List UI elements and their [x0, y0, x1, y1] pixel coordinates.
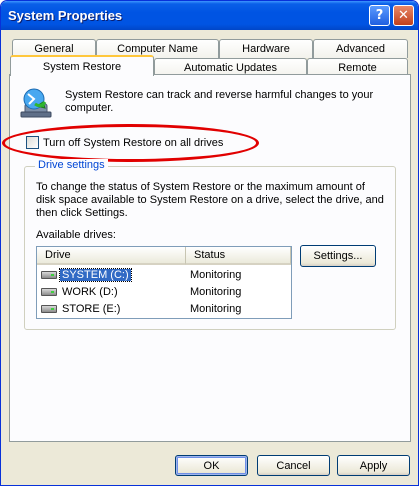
column-header-drive[interactable]: Drive [37, 247, 186, 265]
apply-button[interactable]: Apply [337, 455, 410, 476]
available-drives-list[interactable]: Drive Status SYSTEM (C:) Monitoring WORK… [36, 246, 292, 319]
system-properties-window: System Properties ? ✕ General Computer N… [0, 0, 419, 486]
table-row[interactable]: SYSTEM (C:) Monitoring [41, 266, 289, 283]
turn-off-system-restore-option[interactable]: Turn off System Restore on all drives [26, 136, 223, 149]
drive-status: Monitoring [190, 285, 242, 298]
drive-status: Monitoring [190, 302, 242, 315]
help-button[interactable]: ? [369, 5, 390, 26]
hard-drive-icon [41, 270, 57, 279]
ok-button[interactable]: OK [175, 455, 248, 476]
drive-settings-description: To change the status of System Restore o… [36, 181, 384, 219]
cancel-button[interactable]: Cancel [257, 455, 330, 476]
available-drives-label: Available drives: [36, 229, 116, 241]
tab-advanced[interactable]: Advanced [313, 39, 408, 58]
column-header-status[interactable]: Status [186, 247, 291, 265]
table-row[interactable]: WORK (D:) Monitoring [41, 283, 289, 300]
tab-system-restore[interactable]: System Restore [10, 55, 154, 76]
hard-drive-icon [41, 287, 57, 296]
drive-name[interactable]: WORK (D:) [60, 286, 120, 298]
window-title: System Properties [8, 8, 123, 23]
tab-hardware[interactable]: Hardware [219, 39, 313, 58]
drive-name[interactable]: STORE (E:) [60, 303, 122, 315]
turn-off-label[interactable]: Turn off System Restore on all drives [43, 137, 223, 149]
drive-name[interactable]: SYSTEM (C:) [59, 267, 132, 282]
table-row[interactable]: STORE (E:) Monitoring [41, 300, 289, 317]
drive-settings-legend: Drive settings [35, 159, 108, 171]
title-bar[interactable]: System Properties ? ✕ [1, 1, 418, 30]
system-restore-description: System Restore can track and reverse har… [65, 89, 374, 114]
turn-off-checkbox[interactable] [26, 136, 39, 149]
drive-status: Monitoring [190, 268, 242, 281]
hard-drive-icon [41, 304, 57, 313]
settings-button[interactable]: Settings... [300, 245, 376, 267]
system-restore-icon [17, 86, 53, 123]
close-button[interactable]: ✕ [393, 5, 414, 26]
list-header: Drive Status [37, 247, 291, 265]
